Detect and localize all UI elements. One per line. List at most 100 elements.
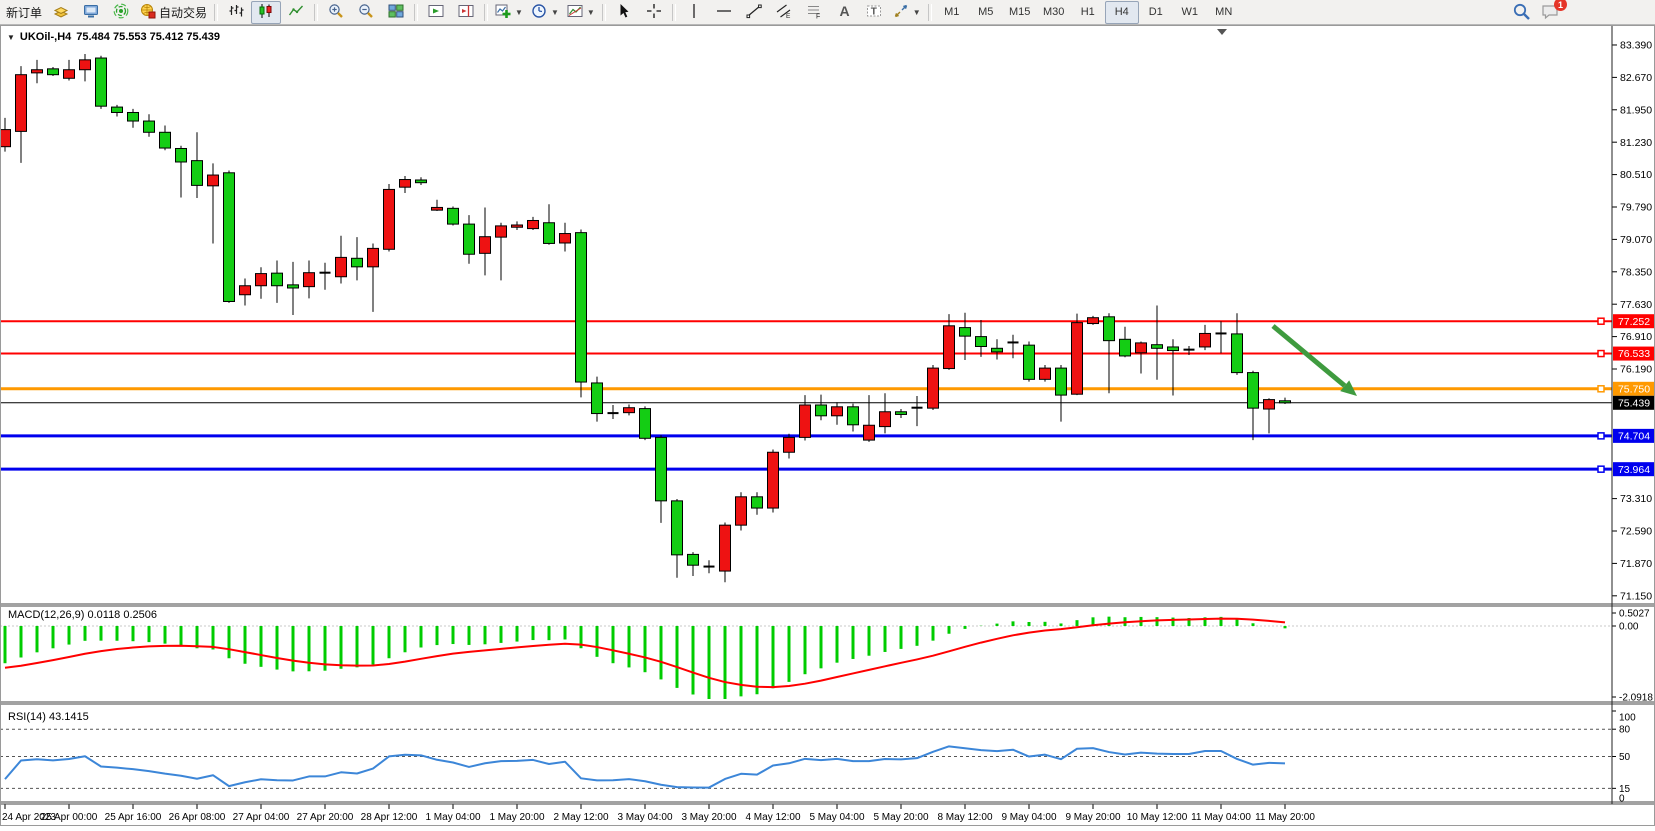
svg-text:100: 100: [1619, 713, 1636, 724]
signals-icon[interactable]: [106, 1, 136, 24]
toolbar-separator: [602, 4, 606, 21]
chat-icon[interactable]: 1: [1540, 2, 1560, 27]
search-icon[interactable]: [1512, 2, 1532, 27]
svg-text:1 May 20:00: 1 May 20:00: [489, 812, 544, 823]
text-icon: A: [836, 3, 852, 22]
chart-canvas[interactable]: 83.39082.67081.95081.23080.51079.79079.0…: [0, 25, 1655, 826]
bar-chart-icon[interactable]: [221, 1, 251, 24]
add-indicator-icon[interactable]: ▼: [491, 1, 527, 24]
fibonacci-icon: F: [806, 3, 822, 22]
timeframe-m5-button[interactable]: M5: [969, 1, 1003, 24]
svg-text:25 Apr 16:00: 25 Apr 16:00: [105, 812, 162, 823]
gold-ingots-icon: [53, 3, 69, 22]
candlestick-chart-icon[interactable]: [251, 1, 281, 24]
timeframe-m30-button-label: M30: [1043, 6, 1064, 18]
timeframe-h4-button[interactable]: H4: [1105, 1, 1139, 24]
timeframe-w1-button[interactable]: W1: [1173, 1, 1207, 24]
timeframe-m1-button[interactable]: M1: [935, 1, 969, 24]
tile-windows-icon[interactable]: [381, 1, 411, 24]
timeframe-h1-button[interactable]: H1: [1071, 1, 1105, 24]
dropdown-arrow-icon[interactable]: ▼: [515, 8, 523, 17]
new-order-button[interactable]: 新订单: [2, 1, 46, 24]
toolbar-separator: [214, 4, 218, 21]
toolbar-separator: [414, 4, 418, 21]
horizontal-line-icon: [716, 3, 732, 22]
fibonacci-icon[interactable]: F: [799, 1, 829, 24]
svg-text:25 Apr 00:00: 25 Apr 00:00: [41, 812, 98, 823]
dropdown-arrow-icon[interactable]: ▼: [587, 8, 595, 17]
horizontal-line-icon[interactable]: [709, 1, 739, 24]
gold-ingots-icon[interactable]: [46, 1, 76, 24]
timeframe-h4-button-label: H4: [1115, 6, 1129, 18]
rsi-label: RSI(14) 43.1415: [8, 711, 89, 723]
zoom-in-icon[interactable]: [321, 1, 351, 24]
dropdown-arrow-icon[interactable]: ▼: [913, 8, 921, 17]
clock-icon: [531, 3, 547, 22]
autotrading-button-label: 自动交易: [159, 4, 207, 21]
svg-text:81.230: 81.230: [1620, 137, 1652, 149]
svg-text:26 Apr 08:00: 26 Apr 08:00: [169, 812, 226, 823]
svg-text:77.630: 77.630: [1620, 299, 1652, 311]
line-chart-icon: [288, 3, 304, 22]
svg-text:0.5027: 0.5027: [1619, 609, 1650, 620]
svg-text:1 May 04:00: 1 May 04:00: [425, 812, 480, 823]
macd-label: MACD(12,26,9) 0.0118 0.2506: [8, 609, 157, 621]
signals-icon: [113, 3, 129, 22]
template-icon[interactable]: ▼: [563, 1, 599, 24]
chart-shift-icon: [458, 3, 474, 22]
svg-text:11 May 04:00: 11 May 04:00: [1191, 812, 1251, 823]
timeframe-m5-button-label: M5: [978, 6, 993, 18]
auto-scroll-icon[interactable]: [421, 1, 451, 24]
chart-window[interactable]: 83.39082.67081.95081.23080.51079.79079.0…: [0, 25, 1655, 826]
line-chart-icon[interactable]: [281, 1, 311, 24]
objects-dropdown-icon[interactable]: ▼: [7, 33, 15, 42]
svg-text:9 May 20:00: 9 May 20:00: [1065, 812, 1120, 823]
svg-text:10 May 12:00: 10 May 12:00: [1127, 812, 1188, 823]
hline-handle: [1598, 318, 1604, 324]
crosshair-icon: [646, 3, 662, 22]
channel-icon[interactable]: E: [769, 1, 799, 24]
zoom-out-icon: [358, 3, 374, 22]
svg-text:3 May 20:00: 3 May 20:00: [681, 812, 736, 823]
timeframe-mn-button[interactable]: MN: [1207, 1, 1241, 24]
toolbar-separator: [484, 4, 488, 21]
crosshair-icon[interactable]: [639, 1, 669, 24]
zoom-in-icon: [328, 3, 344, 22]
timeframe-m15-button[interactable]: M15: [1003, 1, 1037, 24]
cursor-icon[interactable]: [609, 1, 639, 24]
chart-title: ▼ UKOil-,H4 75.484 75.553 75.412 75.439: [7, 31, 220, 43]
auto-scroll-icon: [428, 3, 444, 22]
bar-chart-icon: [228, 3, 244, 22]
svg-text:0.00: 0.00: [1619, 622, 1639, 633]
svg-text:28 Apr 12:00: 28 Apr 12:00: [361, 812, 418, 823]
toolbar-separator: [928, 4, 932, 21]
vertical-line-icon: [686, 3, 702, 22]
svg-text:F: F: [816, 13, 820, 19]
vertical-line-icon[interactable]: [679, 1, 709, 24]
dropdown-arrow-icon[interactable]: ▼: [551, 8, 559, 17]
label-icon[interactable]: T: [859, 1, 889, 24]
timeframe-h1-button-label: H1: [1081, 6, 1095, 18]
timeframe-m15-button-label: M15: [1009, 6, 1030, 18]
zoom-out-icon[interactable]: [351, 1, 381, 24]
svg-text:50: 50: [1619, 752, 1631, 763]
clock-icon[interactable]: ▼: [527, 1, 563, 24]
trendline-icon[interactable]: [739, 1, 769, 24]
svg-text:8 May 12:00: 8 May 12:00: [937, 812, 992, 823]
hline-handle: [1598, 386, 1604, 392]
svg-text:27 Apr 20:00: 27 Apr 20:00: [297, 812, 354, 823]
timeframe-d1-button[interactable]: D1: [1139, 1, 1173, 24]
arrows-icon[interactable]: ▼: [889, 1, 925, 24]
timeframe-m30-button[interactable]: M30: [1037, 1, 1071, 24]
terminal-icon[interactable]: [76, 1, 106, 24]
svg-text:27 Apr 04:00: 27 Apr 04:00: [233, 812, 290, 823]
svg-text:71.870: 71.870: [1620, 558, 1652, 570]
chart-shift-icon[interactable]: [451, 1, 481, 24]
channel-icon: E: [776, 3, 792, 22]
svg-text:0: 0: [1619, 794, 1625, 805]
toolbar-separator: [672, 4, 676, 21]
text-icon[interactable]: A: [829, 1, 859, 24]
new-order-button-label: 新订单: [6, 4, 42, 21]
autotrading-button[interactable]: 自动交易: [136, 1, 211, 24]
svg-text:71.150: 71.150: [1620, 590, 1652, 602]
